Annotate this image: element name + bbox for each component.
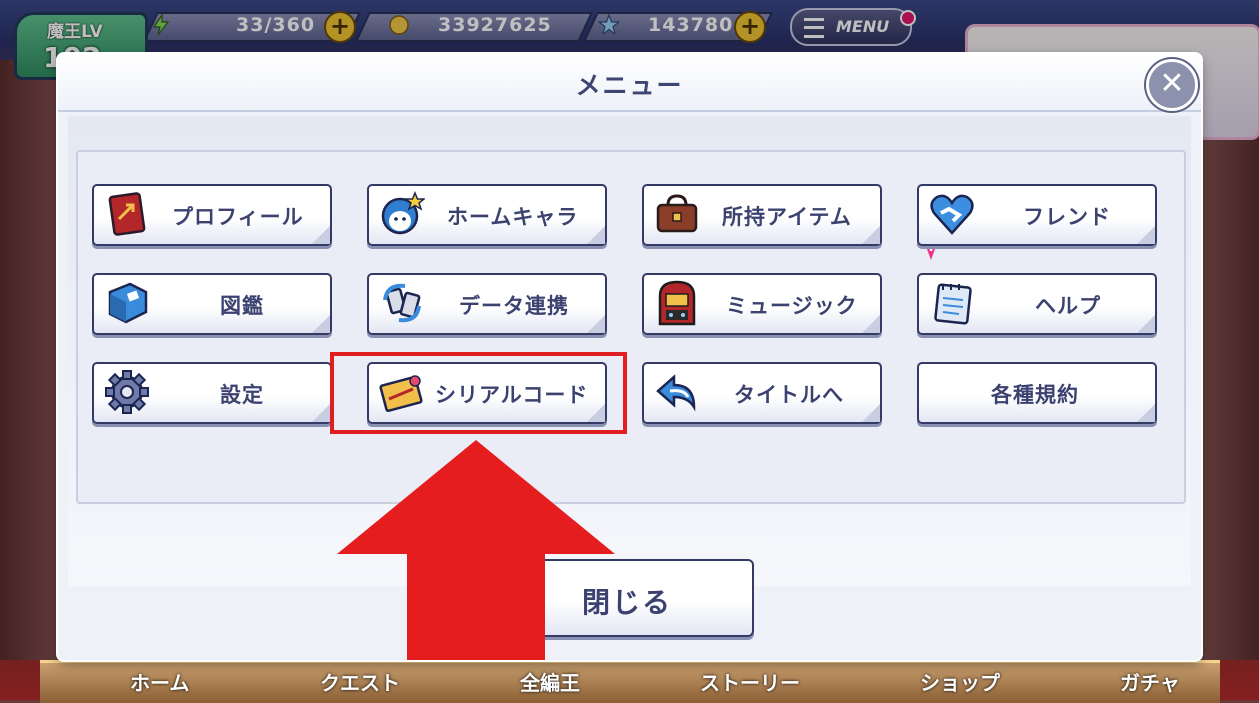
close-icon[interactable]: ✕ <box>1146 59 1198 111</box>
help-button[interactable]: ヘルプ <box>917 273 1157 335</box>
encyclopedia-icon <box>108 282 148 324</box>
to-title-button[interactable]: タイトルへ <box>642 362 882 424</box>
help-button-label: ヘルプ <box>1035 294 1101 318</box>
items-button[interactable]: 所持アイテム <box>642 184 882 246</box>
music-button[interactable]: ミュージック <box>642 273 882 335</box>
bottom-navigation: ホーム クエスト 全編王 ストーリー ショップ ガチャ <box>40 660 1220 703</box>
settings-button-label: 設定 <box>220 383 264 407</box>
nav-item-home[interactable]: ホーム <box>130 667 189 696</box>
data-link-button-label: データ連携 <box>459 294 569 318</box>
gear-icon <box>105 370 149 414</box>
friend-button-label: フレンド <box>1023 205 1111 229</box>
profile-button[interactable]: プロフィール <box>92 184 332 246</box>
profile-button-label: プロフィール <box>172 205 304 229</box>
friend-heart-icon <box>930 194 974 235</box>
nav-item-gacha[interactable]: ガチャ <box>1120 667 1180 696</box>
home-character-icon <box>381 191 425 235</box>
terms-button-label: 各種規約 <box>991 383 1079 407</box>
nav-item-king[interactable]: 全編王 <box>520 667 580 696</box>
home-character-button-label: ホームキャラ <box>447 205 579 229</box>
friend-button[interactable]: フレンド <box>917 184 1157 246</box>
dialog-header: メニュー ✕ <box>58 54 1201 112</box>
music-button-label: ミュージック <box>726 294 858 318</box>
to-title-button-label: タイトルへ <box>734 383 844 407</box>
dialog-title: メニュー <box>575 71 684 100</box>
menu-dialog: メニュー ✕ プロフィール ホームキャラ 所持アイテム ! フレンド 図鑑 デー… <box>58 54 1201 660</box>
home-character-button[interactable]: ホームキャラ <box>367 184 607 246</box>
settings-button[interactable]: 設定 <box>92 362 332 424</box>
red-up-arrow-icon <box>337 440 615 660</box>
highlight-box <box>330 352 627 434</box>
encyclopedia-button[interactable]: 図鑑 <box>92 273 332 335</box>
data-link-button[interactable]: データ連携 <box>367 273 607 335</box>
profile-book-icon <box>108 192 146 236</box>
help-notepad-icon <box>934 283 972 325</box>
return-arrow-icon <box>656 374 696 412</box>
jukebox-icon <box>658 280 696 326</box>
terms-button[interactable]: 各種規約 <box>917 362 1157 424</box>
items-button-label: 所持アイテム <box>722 205 852 229</box>
nav-item-story[interactable]: ストーリー <box>700 667 800 696</box>
nav-item-quest[interactable]: クエスト <box>320 667 400 696</box>
item-bag-icon <box>656 194 698 233</box>
nav-item-shop[interactable]: ショップ <box>920 667 1000 696</box>
data-link-icon <box>383 283 421 323</box>
encyclopedia-button-label: 図鑑 <box>220 294 264 318</box>
